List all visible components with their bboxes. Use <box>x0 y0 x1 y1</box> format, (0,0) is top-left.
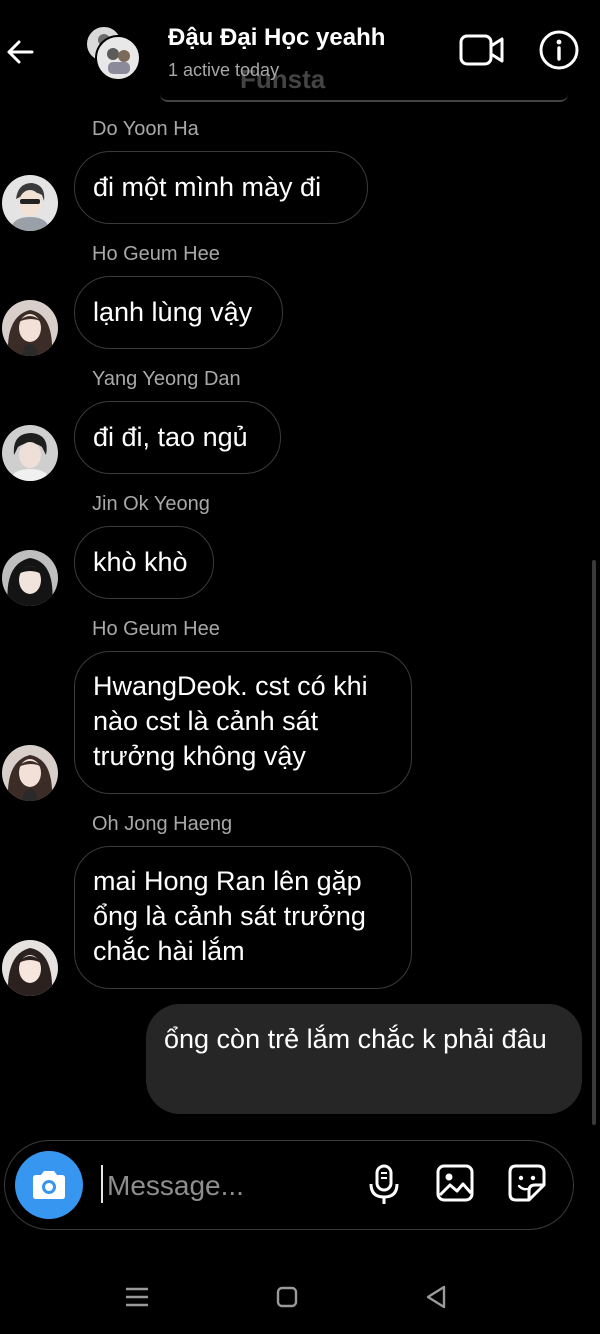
message-bubble[interactable]: đi đi, tao ngủ <box>74 401 281 474</box>
sticker-icon[interactable] <box>507 1163 547 1203</box>
scrollbar[interactable] <box>592 560 596 1125</box>
video-call-icon[interactable] <box>458 30 506 70</box>
gallery-icon[interactable] <box>435 1163 475 1203</box>
sender-avatar[interactable] <box>2 300 58 356</box>
sender-name: Jin Ok Yeong <box>92 493 210 515</box>
sender-name: Yang Yeong Dan <box>92 368 241 390</box>
info-icon[interactable] <box>538 29 580 71</box>
background-line <box>160 94 568 102</box>
sender-avatar[interactable] <box>2 550 58 606</box>
camera-button[interactable] <box>15 1151 83 1219</box>
camera-icon <box>33 1171 65 1199</box>
system-navigation-bar <box>0 1260 600 1334</box>
message-bubble[interactable]: đi một mình mày đi <box>74 151 368 224</box>
chat-header: Funsta Đậu Đại Học yeahh 1 active today <box>0 0 600 102</box>
sender-avatar[interactable] <box>2 745 58 801</box>
sender-name: Ho Geum Hee <box>92 243 220 265</box>
home-icon[interactable] <box>276 1286 298 1308</box>
sender-avatar[interactable] <box>2 175 58 231</box>
active-status: 1 active today <box>168 60 280 80</box>
sender-name: Ho Geum Hee <box>92 618 220 640</box>
sender-avatar[interactable] <box>2 940 58 996</box>
sender-name: Oh Jong Haeng <box>92 813 233 835</box>
message-composer <box>4 1140 574 1230</box>
chat-title[interactable]: Đậu Đại Học yeahh <box>168 24 385 52</box>
system-back-icon[interactable] <box>424 1284 448 1310</box>
sender-avatar[interactable] <box>2 425 58 481</box>
message-bubble[interactable]: HwangDeok. cst có khi nào cst là cảnh sá… <box>74 651 412 794</box>
message-bubble[interactable]: mai Hong Ran lên gặp ổng là cảnh sát trư… <box>74 846 412 989</box>
sender-name: Do Yoon Ha <box>92 118 199 140</box>
text-caret <box>101 1165 103 1203</box>
message-bubble[interactable]: lạnh lùng vậy <box>74 276 283 349</box>
recent-apps-icon[interactable] <box>124 1285 150 1309</box>
group-avatar[interactable] <box>84 24 144 84</box>
back-arrow-icon[interactable] <box>4 36 36 68</box>
message-bubble[interactable]: khò khò <box>74 526 214 599</box>
microphone-icon[interactable] <box>367 1163 401 1207</box>
my-message-bubble[interactable]: ổng còn trẻ lắm chắc k phải đâu <box>146 1004 582 1114</box>
message-input[interactable] <box>105 1165 349 1207</box>
